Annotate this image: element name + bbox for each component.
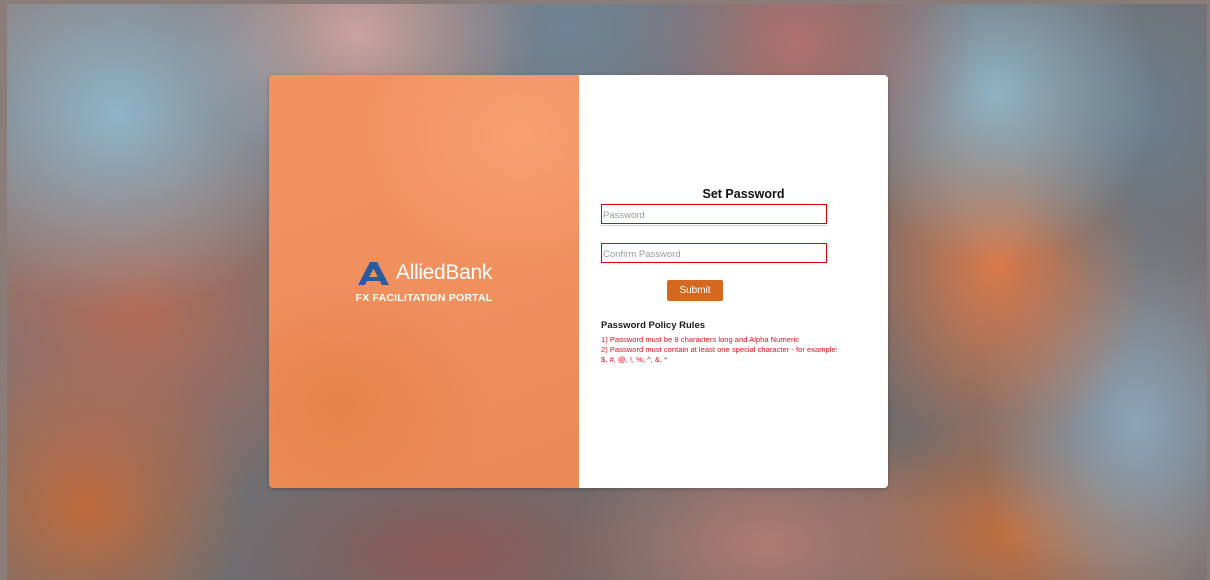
form-title: Set Password [702, 187, 785, 201]
submit-button[interactable]: Submit [667, 280, 723, 301]
password-input[interactable] [601, 204, 827, 224]
policy-rules: 1) Password must be 8 characters long an… [601, 335, 841, 364]
allied-bank-logo-icon [357, 262, 389, 285]
password-underline [601, 225, 827, 226]
portal-name: FX FACILITATION PORTAL [355, 292, 493, 304]
policy-rule: 1) Password must be 8 characters long an… [601, 335, 799, 344]
brand-logo: AlliedBank [269, 260, 579, 286]
brand-panel: AlliedBank FX FACILITATION PORTAL [269, 75, 579, 488]
brand-name: AlliedBank [395, 261, 493, 284]
policy-rule: 2) Password must contain at least one sp… [601, 344, 838, 364]
policy-heading: Password Policy Rules [601, 320, 706, 331]
login-card: AlliedBank FX FACILITATION PORTAL Set Pa… [269, 75, 888, 488]
confirm-password-input[interactable] [601, 243, 827, 263]
form-panel: Set Password Submit Password Policy Rule… [579, 75, 888, 488]
